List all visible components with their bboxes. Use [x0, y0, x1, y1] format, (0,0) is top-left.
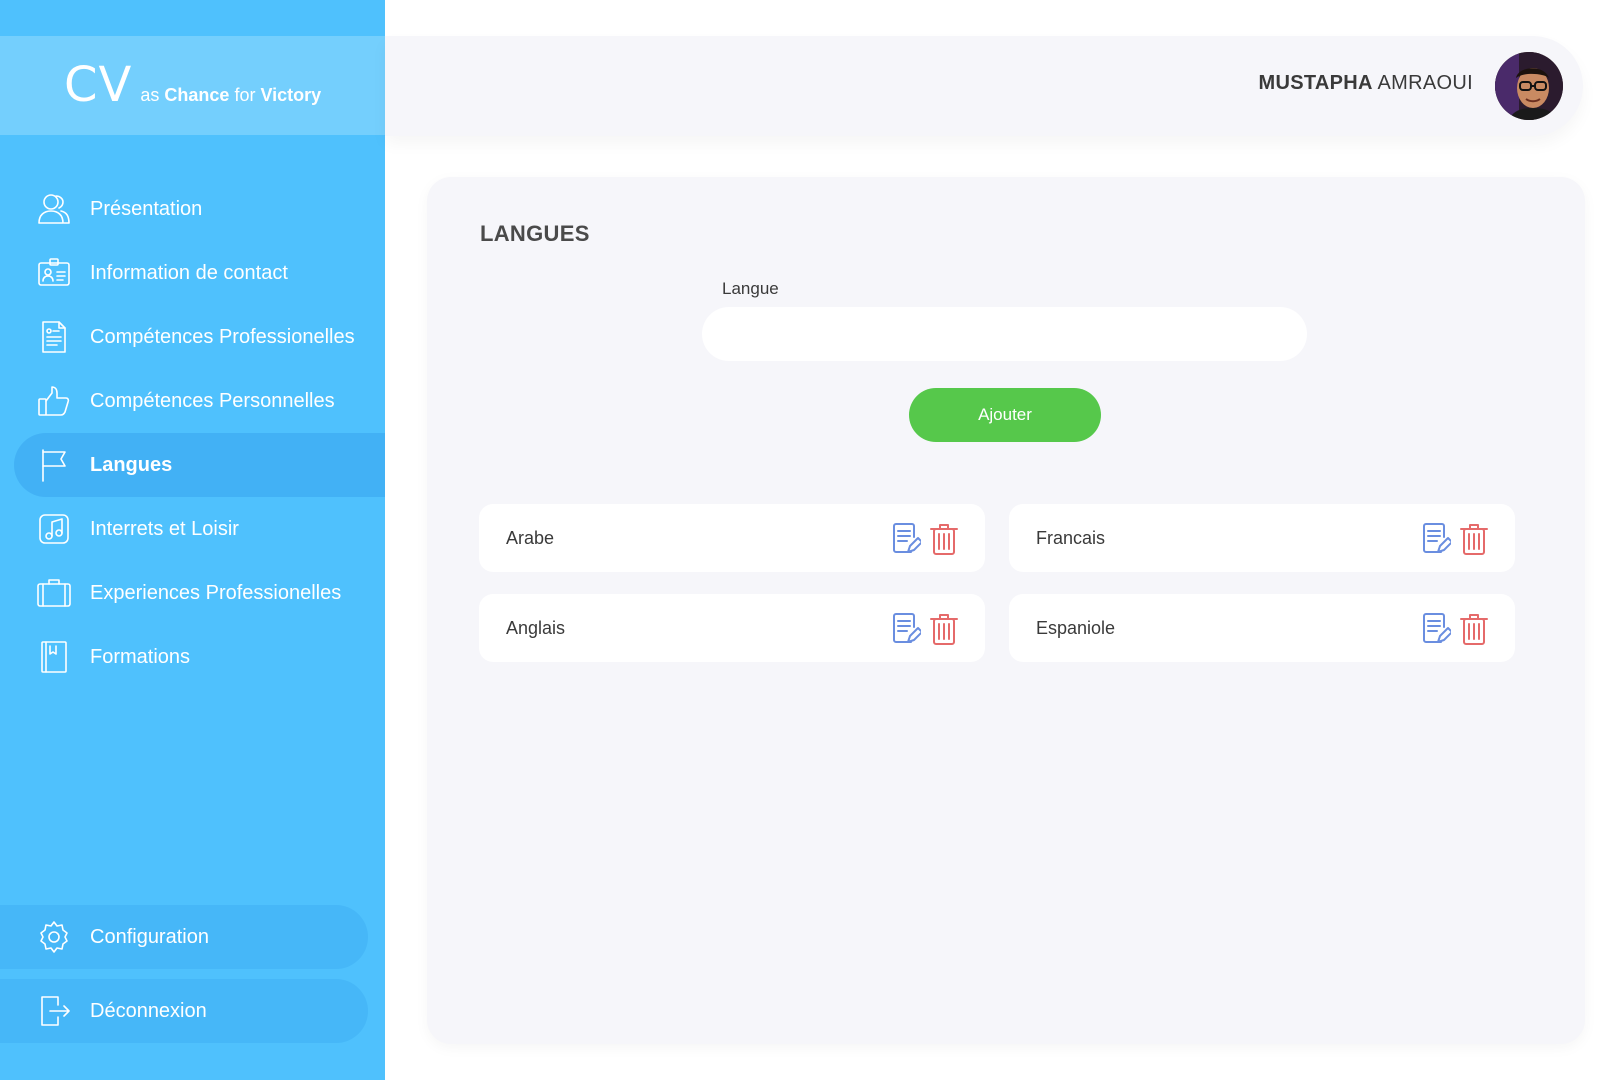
trash-icon[interactable]: [1459, 522, 1489, 556]
sidebar-item-label: Interrets et Loisir: [90, 517, 239, 540]
language-label: Anglais: [506, 617, 566, 638]
language-card: Arabe: [479, 504, 985, 572]
logout-icon: [34, 991, 74, 1031]
thumbs-up-icon: [34, 381, 74, 421]
configuration-button[interactable]: Configuration: [0, 905, 368, 969]
sidebar-item-label: Langues: [90, 453, 173, 476]
language-actions: [1421, 612, 1489, 646]
brand-tagline: as Chance for Victory: [140, 85, 321, 107]
language-card: Espaniole: [1009, 594, 1515, 662]
language-card: Francais: [1009, 504, 1515, 572]
language-label: Espaniole: [1036, 617, 1116, 638]
sidebar-item-presentation[interactable]: Présentation: [14, 177, 385, 241]
sidebar-item-label: Compétences Professionelles: [90, 325, 355, 348]
edit-icon[interactable]: [891, 522, 921, 556]
language-actions: [891, 612, 959, 646]
edit-icon[interactable]: [1421, 522, 1451, 556]
langues-panel: LANGUES Langue Ajouter Arabe Francais An…: [427, 177, 1585, 1044]
app: CV as Chance for Victory Présentation In…: [0, 0, 1623, 1080]
trash-icon[interactable]: [1459, 612, 1489, 646]
add-button[interactable]: Ajouter: [909, 388, 1101, 442]
sidebar-item-competences-perso[interactable]: Compétences Personnelles: [14, 369, 385, 433]
book-icon: [34, 637, 74, 677]
users-icon: [34, 189, 74, 229]
configuration-label: Configuration: [90, 925, 209, 948]
langue-input[interactable]: [702, 307, 1307, 361]
tagline-for: for: [234, 85, 256, 105]
sidebar-item-interets[interactable]: Interrets et Loisir: [14, 497, 385, 561]
brand-logo[interactable]: CV as Chance for Victory: [0, 36, 385, 135]
sidebar: CV as Chance for Victory Présentation In…: [0, 0, 385, 1080]
user-first-name: MUSTAPHA: [1258, 72, 1373, 94]
sidebar-item-label: Experiences Professionelles: [90, 581, 342, 604]
sidebar-item-experiences[interactable]: Experiences Professionelles: [14, 561, 385, 625]
document-icon: [34, 317, 74, 357]
sidebar-item-competences-pro[interactable]: Compétences Professionelles: [14, 305, 385, 369]
language-label: Arabe: [506, 527, 555, 548]
sidebar-item-label: Information de contact: [90, 261, 288, 284]
tagline-chance: Chance: [164, 85, 230, 105]
user-avatar[interactable]: [1495, 52, 1563, 120]
gear-icon: [34, 917, 74, 957]
user-name[interactable]: MUSTAPHA AMRAOUI: [1259, 72, 1473, 95]
tagline-as: as: [140, 85, 160, 105]
flag-icon: [34, 445, 74, 485]
edit-icon[interactable]: [1421, 612, 1451, 646]
sidebar-item-langues[interactable]: Langues: [14, 433, 385, 497]
sidebar-item-contact[interactable]: Information de contact: [14, 241, 385, 305]
page-title: LANGUES: [480, 221, 590, 246]
trash-icon[interactable]: [929, 612, 959, 646]
logout-button[interactable]: Déconnexion: [0, 979, 368, 1043]
briefcase-icon: [34, 573, 74, 613]
sidebar-item-label: Présentation: [90, 197, 203, 220]
language-card: Anglais: [479, 594, 985, 662]
top-header: MUSTAPHA AMRAOUI: [385, 36, 1583, 136]
brand-cv: CV: [64, 57, 133, 113]
music-note-icon: [34, 509, 74, 549]
edit-icon[interactable]: [891, 612, 921, 646]
trash-icon[interactable]: [929, 522, 959, 556]
sidebar-item-label: Formations: [90, 645, 191, 668]
langue-field-label: Langue: [722, 279, 779, 298]
user-last-name: AMRAOUI: [1377, 72, 1473, 94]
sidebar-item-formations[interactable]: Formations: [14, 625, 385, 689]
id-card-icon: [34, 253, 74, 293]
sidebar-item-label: Compétences Personnelles: [90, 389, 335, 412]
language-actions: [1421, 522, 1489, 556]
language-actions: [891, 522, 959, 556]
logout-label: Déconnexion: [90, 999, 207, 1022]
tagline-victory: Victory: [260, 85, 322, 105]
language-label: Francais: [1036, 527, 1106, 548]
